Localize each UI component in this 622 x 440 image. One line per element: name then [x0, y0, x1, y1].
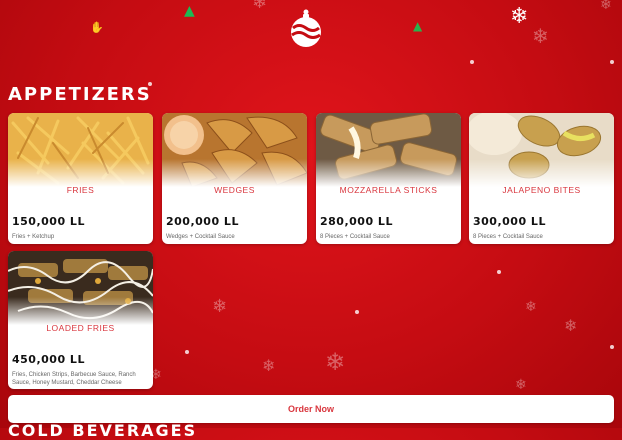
menu-item-card[interactable]: MOZZARELLA STICKS 280,000 LL 8 Pieces + … — [316, 113, 461, 244]
snow-dot — [497, 270, 501, 274]
snowflake-icon: ❄ — [515, 377, 527, 393]
section-title-cold-beverages: COLD BEVERAGES — [8, 421, 198, 440]
order-now-button[interactable]: Order Now — [8, 395, 614, 423]
item-description: Fries + Ketchup — [12, 234, 55, 240]
item-price: 150,000 LL — [12, 215, 85, 228]
mitten-icon: ✋ — [90, 21, 104, 34]
wedges-image — [162, 113, 307, 187]
item-name: JALAPENO BITES — [502, 185, 581, 195]
snow-dot — [610, 345, 614, 349]
menu-item-card[interactable]: WEDGES 200,000 LL Wedges + Cocktail Sauc… — [162, 113, 307, 244]
item-name: WEDGES — [214, 185, 255, 195]
snow-dot — [185, 350, 189, 354]
item-description: 8 Pieces + Cocktail Sauce — [473, 234, 543, 240]
snowflake-icon: ❄ — [325, 348, 346, 376]
santa-hat-icon: ▲ — [413, 19, 423, 33]
snowflake-icon: ❄ — [510, 4, 529, 29]
snowflake-icon: ❄ — [262, 356, 276, 375]
item-description: 8 Pieces + Cocktail Sauce — [320, 234, 390, 240]
christmas-tree-icon: ▲ — [184, 3, 195, 19]
section-title-appetizers: APPETIZERS — [8, 84, 152, 105]
menu-item-card[interactable]: FRIES 150,000 LL Fries + Ketchup — [8, 113, 153, 244]
menu-item-card[interactable]: LOADED FRIES 450,000 LL Fries, Chicken S… — [8, 251, 153, 389]
snowflake-icon: ❄ — [212, 296, 228, 317]
item-name: LOADED FRIES — [46, 323, 115, 333]
ornament-logo-icon[interactable] — [288, 8, 324, 48]
item-name: MOZZARELLA STICKS — [339, 185, 438, 195]
snowflake-icon: ❄ — [525, 299, 537, 315]
snow-dot — [470, 60, 474, 64]
item-name: FRIES — [66, 185, 95, 195]
menu-item-card[interactable]: JALAPENO BITES 300,000 LL 8 Pieces + Coc… — [469, 113, 614, 244]
snowflake-icon: ❄ — [600, 0, 612, 13]
snowflake-icon: ❄ — [252, 0, 268, 13]
snowflake-icon: ❄ — [532, 24, 549, 48]
loaded-fries-image — [8, 251, 153, 325]
mozzarella-sticks-image — [316, 113, 461, 187]
jalapeno-bites-image — [469, 113, 614, 187]
item-description: Wedges + Cocktail Sauce — [166, 234, 235, 240]
item-price: 280,000 LL — [320, 215, 393, 228]
item-price: 300,000 LL — [473, 215, 546, 228]
item-description: Fries, Chicken Strips, Barbecue Sauce, R… — [12, 372, 136, 387]
snow-dot — [355, 310, 359, 314]
item-price: 200,000 LL — [166, 215, 239, 228]
fries-image — [8, 113, 153, 187]
snowflake-icon: ❄ — [564, 316, 578, 335]
item-price: 450,000 LL — [12, 353, 85, 366]
snow-dot — [610, 60, 614, 64]
